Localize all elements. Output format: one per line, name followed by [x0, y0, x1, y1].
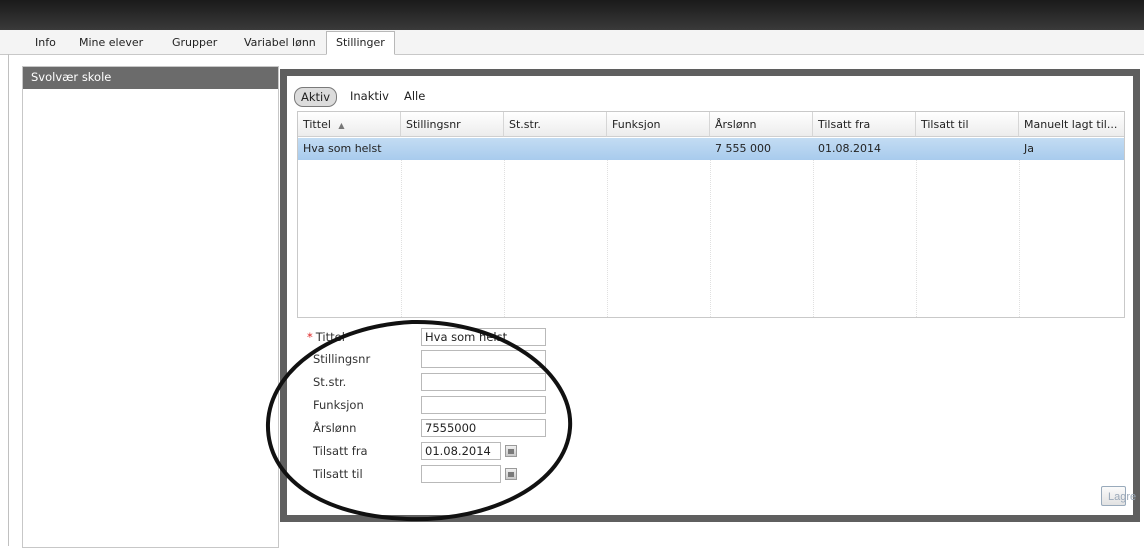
column-divider — [504, 160, 505, 317]
cell-funksjon — [607, 138, 710, 160]
filter-alle[interactable]: Alle — [404, 87, 425, 105]
tab-stillinger[interactable]: Stillinger — [326, 31, 395, 55]
tab-grupper[interactable]: Grupper — [172, 34, 217, 54]
tab-info[interactable]: Info — [35, 34, 56, 54]
tab-variabel-lonn[interactable]: Variabel lønn — [244, 34, 316, 54]
column-header-tilsatt-fra[interactable]: Tilsatt fra — [813, 112, 916, 137]
table-row[interactable]: Hva som helst 7 555 000 01.08.2014 Ja — [298, 138, 1124, 160]
column-divider — [401, 160, 402, 317]
column-header-tilsatt-til[interactable]: Tilsatt til — [916, 112, 1019, 137]
column-header-manuelt[interactable]: Manuelt lagt til... — [1019, 112, 1124, 137]
column-divider — [916, 160, 917, 317]
column-header-funksjon[interactable]: Funksjon — [607, 112, 710, 137]
sidebar-school-item[interactable]: Svolvær skole — [23, 67, 278, 89]
column-header-tittel[interactable]: Tittel ▲ — [298, 112, 401, 137]
sidebar: Svolvær skole — [22, 66, 279, 548]
filter-inaktiv[interactable]: Inaktiv — [350, 87, 389, 105]
column-header-stillingsnr[interactable]: Stillingsnr — [401, 112, 504, 137]
column-divider — [813, 160, 814, 317]
cell-arslonn: 7 555 000 — [715, 142, 771, 155]
column-header-arslonn[interactable]: Årslønn — [710, 112, 813, 137]
tab-mine-elever[interactable]: Mine elever — [79, 34, 143, 54]
save-button[interactable]: Lagre — [1101, 486, 1136, 506]
sort-ascending-icon: ▲ — [338, 121, 345, 130]
main-tab-strip: Info Mine elever Grupper Variabel lønn S… — [0, 30, 1144, 55]
app-titlebar — [0, 0, 1144, 30]
column-divider — [1019, 160, 1020, 317]
annotation-ellipse — [265, 319, 573, 522]
column-divider — [710, 160, 711, 317]
cell-manuelt: Ja — [1024, 142, 1034, 155]
positions-table: Tittel ▲ Stillingsnr St.str. Funksjon År… — [297, 111, 1125, 318]
cell-tittel: Hva som helst — [303, 142, 382, 155]
column-label-tittel: Tittel — [303, 118, 331, 131]
cell-tilsatt-fra: 01.08.2014 — [818, 142, 881, 155]
column-divider — [607, 160, 608, 317]
cell-ststr — [504, 138, 607, 160]
cell-stillingsnr — [401, 138, 504, 160]
filter-aktiv[interactable]: Aktiv — [294, 87, 338, 107]
column-header-ststr[interactable]: St.str. — [504, 112, 607, 137]
cell-tilsatt-til — [916, 138, 1019, 160]
